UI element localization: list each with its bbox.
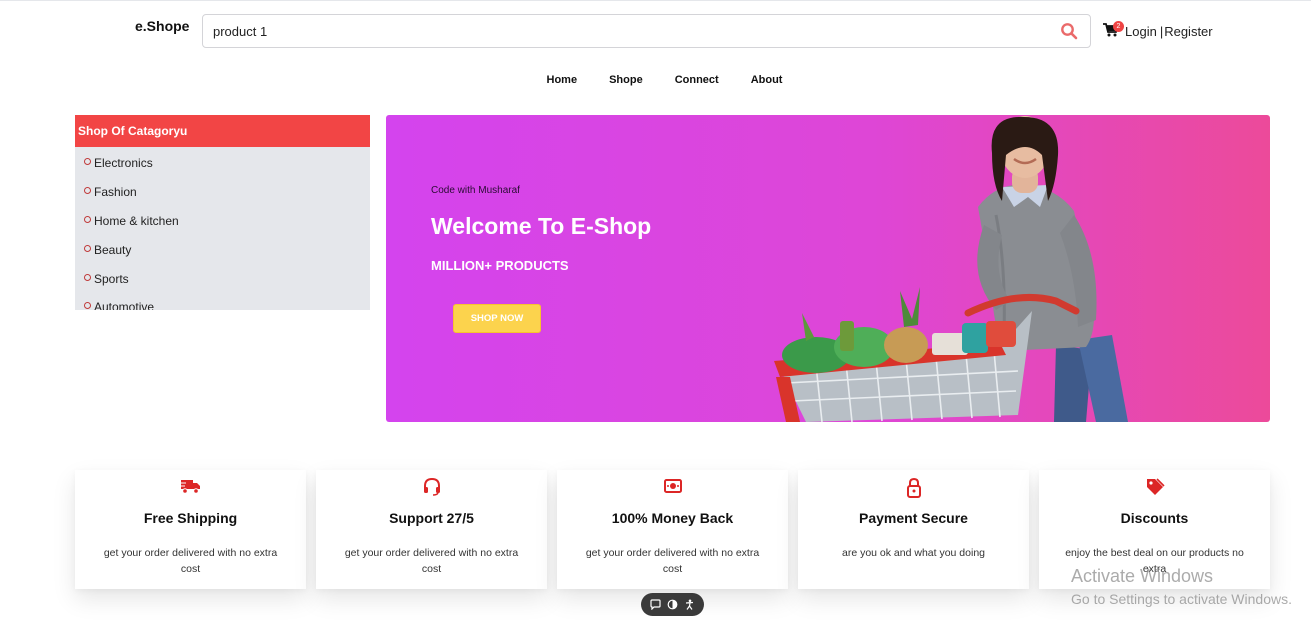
feature-card-payment: Payment Secure are you ok and what you d… [798,470,1029,589]
category-label: Automotive [94,300,155,310]
category-label: Electronics [94,156,153,171]
main-nav: Home Shope Connect About [0,74,1311,86]
feature-title: Payment Secure [859,510,968,526]
floating-toolbar [641,593,704,616]
contrast-icon[interactable] [666,598,680,612]
category-item-fashion[interactable]: Fashion [84,178,370,207]
logo[interactable]: e.Shope [135,18,189,34]
category-item-automotive[interactable]: Automotive [84,293,370,310]
feature-card-support: Support 27/5 get your order delivered wi… [316,470,547,589]
hero-shopper-image [774,116,1128,422]
nav-home[interactable]: Home [547,74,578,86]
hero-title: Welcome To E-Shop [431,213,652,239]
nav-shope[interactable]: Shope [609,74,643,86]
feature-card-money-back: 100% Money Back get your order delivered… [557,470,788,589]
feature-card-shipping: Free Shipping get your order delivered w… [75,470,306,589]
top-border [0,0,1311,1]
search-icon[interactable] [1058,20,1080,42]
nav-about[interactable]: About [751,74,783,86]
category-item-electronics[interactable]: Electronics [84,149,370,178]
auth-separator: | [1159,23,1164,39]
activate-windows-title: Activate Windows [1071,566,1214,586]
category-sidebar: Shop Of Catagoryu Electronics Fashion Ho… [75,115,370,310]
feature-title: Discounts [1120,510,1189,526]
feature-text: get your order delivered with no extra c… [344,547,519,575]
category-label: Fashion [94,185,137,200]
hero-tagline: Code with Musharaf [431,185,520,196]
headset-icon [316,477,547,497]
feature-title: Free Shipping [143,510,238,526]
nav-connect[interactable]: Connect [675,74,719,86]
register-link[interactable]: Register [1164,24,1212,39]
lock-icon [798,477,1029,498]
activate-windows-hint: Go to Settings to activate Windows. [1071,591,1292,607]
feature-title: 100% Money Back [611,510,734,526]
category-item-sports[interactable]: Sports [84,264,370,293]
search-input[interactable] [213,23,1058,39]
feature-text: get your order delivered with no extra c… [585,547,760,575]
money-icon [557,477,788,497]
accessibility-icon[interactable] [683,598,697,612]
category-list: Electronics Fashion Home & kitchen Beaut… [75,147,370,310]
feature-text: get your order delivered with no extra c… [103,547,278,575]
cart-icon[interactable]: 2 [1103,21,1124,39]
truck-icon [75,477,306,497]
bullet-icon [84,302,91,310]
feature-title: Support 27/5 [389,510,474,526]
login-link[interactable]: Login [1125,24,1157,39]
cart-count-badge: 2 [1113,21,1124,32]
bullet-icon [84,244,91,252]
hero-subtitle: MILLION+ PRODUCTS [431,258,569,273]
chat-icon[interactable] [649,598,663,612]
bullet-icon [84,215,91,223]
bullet-icon [84,187,91,195]
tag-icon [1039,477,1270,497]
hero-banner: Code with Musharaf Welcome To E-Shop MIL… [386,115,1270,422]
sidebar-title: Shop Of Catagoryu [75,115,370,147]
category-label: Home & kitchen [94,213,179,228]
category-label: Sports [94,271,129,286]
category-label: Beauty [94,242,132,257]
category-item-beauty[interactable]: Beauty [84,235,370,264]
feature-text: are you ok and what you doing [841,547,986,559]
bullet-icon [84,273,91,281]
category-item-home-kitchen[interactable]: Home & kitchen [84,207,370,236]
bullet-icon [84,158,91,166]
search-bar [202,14,1091,48]
auth-links: 2 Login | Register [1103,21,1213,39]
shop-now-button[interactable]: SHOP NOW [453,304,541,333]
